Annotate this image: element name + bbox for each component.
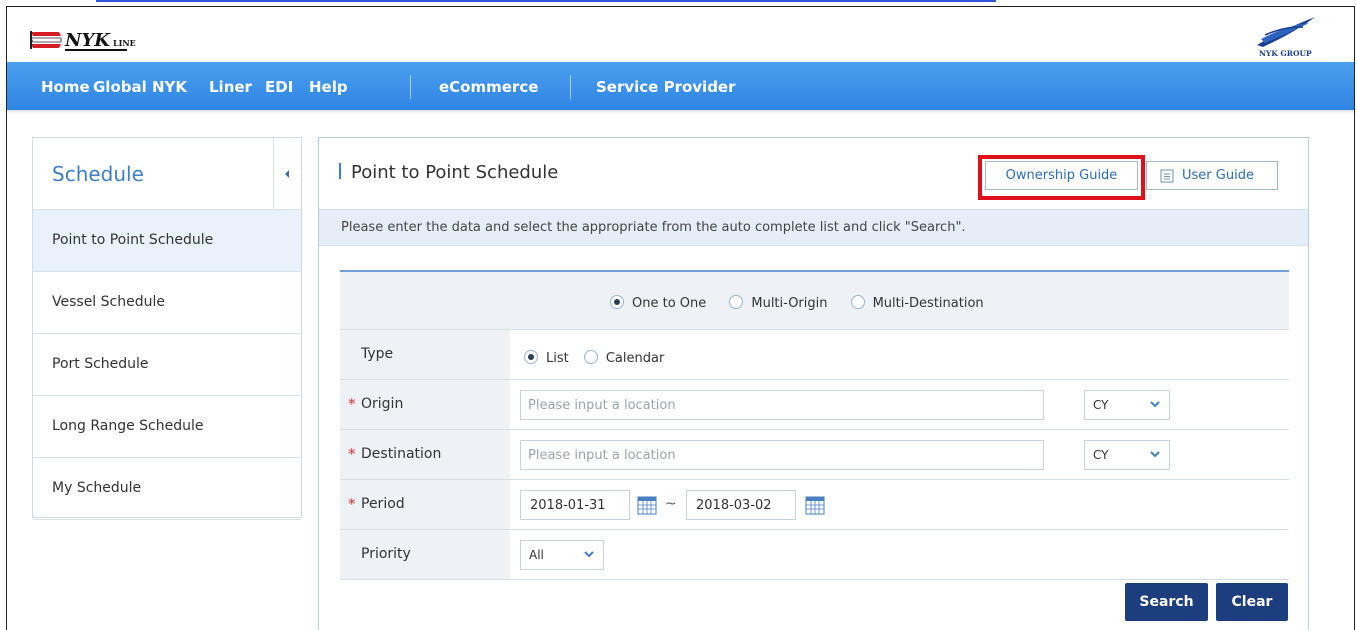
type-row: Type List Calendar — [340, 330, 1289, 380]
priority-value: All — [529, 548, 544, 562]
svg-text:NYK GROUP: NYK GROUP — [1259, 49, 1312, 58]
required-mark: * — [348, 495, 356, 513]
svg-text:LINE: LINE — [113, 38, 136, 48]
nav-edi[interactable]: EDI — [265, 62, 293, 110]
required-mark: * — [348, 395, 356, 413]
search-mode-row: One to One Multi-Origin Multi-Destinatio… — [340, 270, 1289, 330]
nav-home[interactable]: Home — [41, 62, 90, 110]
collapse-arrow-icon — [285, 170, 289, 178]
svg-text:NYK: NYK — [64, 30, 111, 51]
sidebar-title: Schedule — [52, 162, 144, 186]
sidebar-item-label: Long Range Schedule — [52, 418, 204, 434]
sidebar-item-point-to-point[interactable]: Point to Point Schedule — [33, 210, 301, 272]
period-row: * Period 2018-01-31 ~ 2018-03-02 — [340, 480, 1289, 530]
user-guide-button[interactable]: User Guide — [1146, 161, 1278, 190]
radio-calendar[interactable] — [583, 350, 598, 364]
radio-multi-destination[interactable] — [850, 295, 865, 309]
schedule-search-form: One to One Multi-Origin Multi-Destinatio… — [340, 270, 1289, 580]
sidebar-collapse-button[interactable] — [273, 138, 301, 209]
period-label: Period — [361, 496, 405, 512]
period-separator: ~ — [665, 496, 677, 512]
period-label-cell: * Period — [340, 480, 510, 529]
radio-label-one-to-one: One to One — [632, 296, 707, 311]
schedule-sidebar: Schedule Point to Point Schedule Vessel … — [32, 137, 302, 520]
radio-multi-origin[interactable] — [729, 295, 744, 309]
origin-label: Origin — [361, 396, 404, 412]
calendar-icon[interactable] — [804, 494, 826, 516]
destination-mode-value: CY — [1093, 448, 1109, 462]
nav-divider — [570, 75, 571, 99]
type-label-cell: Type — [340, 330, 510, 379]
destination-mode-select[interactable]: CY — [1084, 440, 1170, 470]
period-from-value: 2018-01-31 — [530, 498, 606, 513]
period-from-input[interactable]: 2018-01-31 — [520, 490, 630, 520]
period-to-input[interactable]: 2018-03-02 — [686, 490, 796, 520]
nyk-group-logo[interactable]: NYK GROUP — [1249, 15, 1319, 59]
radio-label-calendar: Calendar — [605, 351, 665, 366]
sidebar-item-label: Vessel Schedule — [52, 294, 165, 310]
nav-ecommerce[interactable]: eCommerce — [439, 62, 538, 110]
nav-global-nyk[interactable]: Global NYK — [93, 62, 187, 110]
origin-label-cell: * Origin — [340, 380, 510, 429]
required-mark: * — [348, 445, 356, 463]
chevron-down-icon — [584, 551, 594, 558]
destination-input[interactable] — [520, 440, 1044, 470]
instruction-text: Please enter the data and select the app… — [341, 220, 966, 235]
sidebar-item-my-schedule[interactable]: My Schedule — [33, 458, 301, 520]
page-title: Point to Point Schedule — [339, 162, 558, 183]
nav-divider — [410, 75, 411, 99]
chevron-down-icon — [1150, 451, 1160, 458]
sidebar-item-port-schedule[interactable]: Port Schedule — [33, 334, 301, 396]
document-icon — [1160, 169, 1174, 183]
sidebar-header: Schedule — [33, 138, 301, 210]
sidebar-item-long-range-schedule[interactable]: Long Range Schedule — [33, 396, 301, 458]
nyk-line-logo[interactable]: NYK LINE — [29, 28, 179, 54]
origin-mode-select[interactable]: CY — [1084, 390, 1170, 420]
chevron-down-icon — [1150, 401, 1160, 408]
origin-row: * Origin CY — [340, 380, 1289, 430]
type-label: Type — [361, 346, 394, 362]
priority-label: Priority — [361, 546, 411, 562]
destination-row: * Destination CY — [340, 430, 1289, 480]
page-title-text: Point to Point Schedule — [351, 162, 559, 183]
nav-shadow — [7, 110, 1354, 114]
clear-button[interactable]: Clear — [1216, 583, 1288, 621]
sidebar-item-label: My Schedule — [52, 480, 142, 496]
type-radio-group: List Calendar — [524, 347, 682, 366]
top-link-underline — [96, 0, 996, 2]
user-guide-label: User Guide — [1182, 168, 1254, 183]
priority-select[interactable]: All — [520, 540, 604, 570]
destination-label-cell: * Destination — [340, 430, 510, 479]
instruction-bar: Please enter the data and select the app… — [319, 209, 1308, 246]
radio-label-multi-origin: Multi-Origin — [751, 296, 828, 311]
radio-list[interactable] — [524, 350, 538, 364]
radio-label-list: List — [546, 351, 569, 366]
priority-row: Priority All — [340, 530, 1289, 580]
origin-input[interactable] — [520, 390, 1044, 420]
title-accent-bar — [339, 163, 341, 179]
sidebar-item-label: Point to Point Schedule — [52, 232, 214, 248]
nav-liner[interactable]: Liner — [209, 62, 252, 110]
main-navigation: Home Global NYK Liner EDI Help eCommerce… — [7, 62, 1354, 114]
site-header: NYK LINE NYK GROUP — [7, 7, 1354, 60]
sidebar-item-vessel-schedule[interactable]: Vessel Schedule — [33, 272, 301, 334]
nav-help[interactable]: Help — [309, 62, 348, 110]
origin-mode-value: CY — [1093, 398, 1109, 412]
nav-service-provider[interactable]: Service Provider — [596, 62, 736, 110]
period-to-value: 2018-03-02 — [696, 498, 772, 513]
sidebar-item-label: Port Schedule — [52, 356, 149, 372]
highlight-annotation-box — [978, 155, 1145, 200]
calendar-icon[interactable] — [636, 494, 658, 516]
destination-label: Destination — [361, 446, 442, 462]
radio-one-to-one[interactable] — [610, 295, 624, 309]
search-mode-group: One to One Multi-Origin Multi-Destinatio… — [610, 292, 1002, 311]
priority-label-cell: Priority — [340, 530, 510, 579]
radio-label-multi-destination: Multi-Destination — [872, 296, 984, 311]
search-button[interactable]: Search — [1125, 583, 1208, 621]
